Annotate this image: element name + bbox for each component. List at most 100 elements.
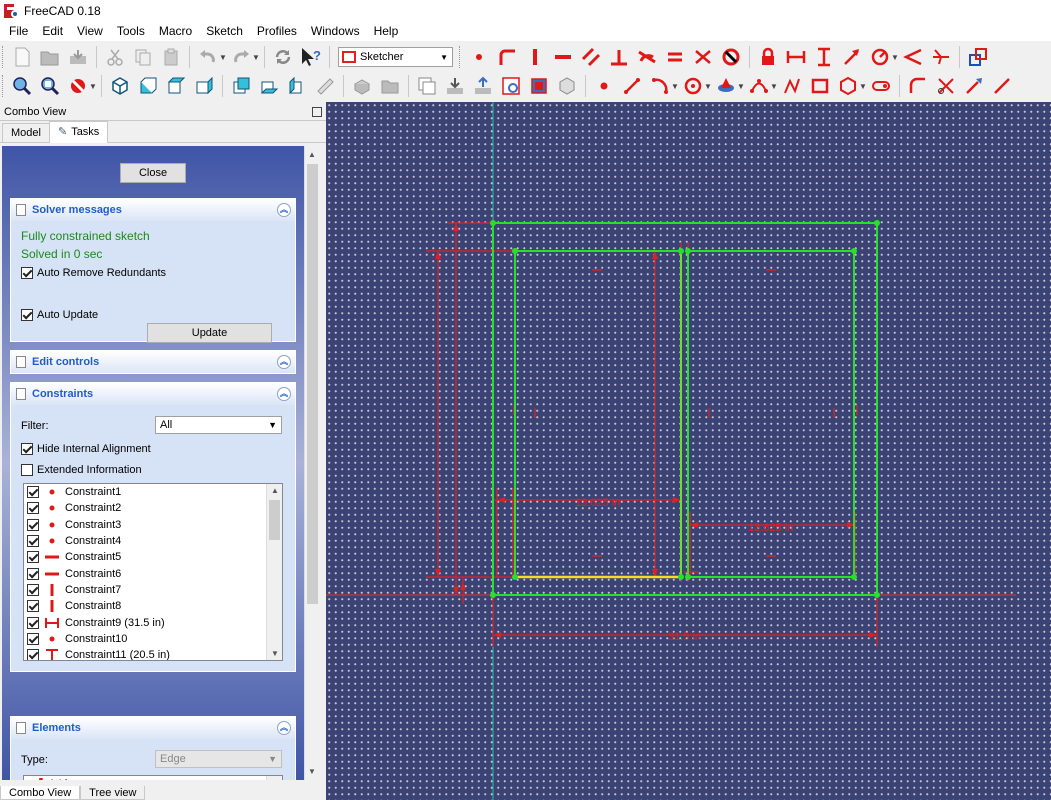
scroll-down-icon[interactable]: ▼ — [271, 649, 279, 658]
fit-all-icon[interactable] — [10, 74, 34, 98]
task-panel-scrollbar[interactable]: ▲ ▼ — [304, 146, 318, 780]
scroll-thumb[interactable] — [307, 164, 318, 604]
open-file-icon[interactable] — [38, 45, 62, 69]
radius-icon[interactable] — [868, 45, 892, 69]
menu-macro[interactable]: Macro — [152, 21, 199, 41]
constraints-scrollbar[interactable]: ▲ ▼ — [266, 484, 282, 660]
create-bspline-icon[interactable] — [747, 74, 771, 98]
tab-tree-view[interactable]: Tree view — [80, 786, 146, 800]
cut-icon[interactable] — [103, 45, 127, 69]
redo-icon[interactable] — [229, 45, 253, 69]
menu-view[interactable]: View — [70, 21, 110, 41]
parallel-icon[interactable] — [579, 45, 603, 69]
snell-icon[interactable] — [929, 45, 953, 69]
scroll-thumb[interactable] — [269, 500, 280, 540]
menu-file[interactable]: File — [2, 21, 35, 41]
circle-dropdown-icon[interactable]: ▼ — [704, 82, 712, 91]
scroll-up-icon[interactable]: ▲ — [308, 150, 316, 159]
menu-edit[interactable]: Edit — [35, 21, 70, 41]
undo-icon[interactable] — [196, 45, 220, 69]
constraint-checkbox[interactable] — [27, 616, 39, 629]
filter-select[interactable]: All ▼ — [155, 416, 282, 434]
close-button[interactable]: Close — [120, 163, 186, 183]
new-sketch-icon[interactable] — [415, 74, 439, 98]
create-slot-icon[interactable] — [869, 74, 893, 98]
constraint-row[interactable]: Constraint7 — [24, 582, 282, 598]
polygon-dropdown-icon[interactable]: ▼ — [859, 82, 867, 91]
constraint-checkbox[interactable] — [27, 502, 39, 515]
elements-scrollbar[interactable]: ▲ — [266, 776, 282, 780]
leave-sketch-icon[interactable] — [471, 74, 495, 98]
create-polygon-icon[interactable] — [836, 74, 860, 98]
isometric-icon[interactable] — [108, 74, 132, 98]
draw-style-dropdown-icon[interactable]: ▼ — [89, 82, 97, 91]
group-icon[interactable] — [378, 74, 402, 98]
copy-icon[interactable] — [131, 45, 155, 69]
equal-icon[interactable] — [663, 45, 687, 69]
menu-help[interactable]: Help — [367, 21, 406, 41]
hide-internal-row[interactable]: Hide Internal Alignment — [21, 439, 151, 459]
create-circle-icon[interactable] — [681, 74, 705, 98]
update-button[interactable]: Update — [147, 323, 272, 343]
elements-header[interactable]: Elements ︽ — [11, 717, 295, 739]
tangent-icon[interactable] — [635, 45, 659, 69]
sketch-geometry[interactable] — [492, 222, 878, 596]
sketch-vertices[interactable] — [490, 220, 880, 598]
new-file-icon[interactable] — [10, 45, 34, 69]
dimension-overall-width[interactable]: 31.5 in — [668, 631, 701, 643]
angle-icon[interactable] — [901, 45, 925, 69]
front-view-icon[interactable] — [136, 74, 160, 98]
hide-internal-checkbox[interactable] — [21, 443, 33, 455]
constraint-row[interactable]: Constraint5 — [24, 549, 282, 565]
constraint-checkbox[interactable] — [27, 583, 39, 596]
constraint-row[interactable]: Constraint9 (31.5 in) — [24, 614, 282, 630]
constraint-row[interactable]: Constraint4 — [24, 533, 282, 549]
tab-combo-view[interactable]: Combo View — [0, 786, 81, 800]
horizontal-distance-icon[interactable] — [784, 45, 808, 69]
extended-info-row[interactable]: Extended Information — [21, 460, 142, 480]
vertical-icon[interactable] — [523, 45, 547, 69]
constraint-checkbox[interactable] — [27, 632, 39, 645]
constraint-row[interactable]: Constraint3 — [24, 517, 282, 533]
create-rectangle-icon[interactable] — [808, 74, 832, 98]
constraint-row[interactable]: Constraint2 — [24, 500, 282, 516]
external-geometry-icon[interactable] — [990, 74, 1014, 98]
constraint-checkbox[interactable] — [27, 486, 39, 499]
paste-icon[interactable] — [159, 45, 183, 69]
whats-this-icon[interactable]: ? — [299, 45, 323, 69]
collapse-icon[interactable]: ︽ — [277, 387, 291, 401]
top-view-icon[interactable] — [164, 74, 188, 98]
edit-sketch-icon[interactable] — [443, 74, 467, 98]
fit-selection-icon[interactable] — [38, 74, 62, 98]
conic-dropdown-icon[interactable]: ▼ — [737, 82, 745, 91]
constraint-checkbox[interactable] — [27, 518, 39, 531]
rear-view-icon[interactable] — [229, 74, 253, 98]
dimension-right-inner-width[interactable]: 13.625 in — [748, 522, 793, 534]
auto-update-checkbox[interactable] — [21, 309, 33, 321]
auto-remove-checkbox[interactable] — [21, 267, 33, 279]
scroll-up-icon[interactable]: ▲ — [271, 778, 279, 780]
symmetric-icon[interactable] — [691, 45, 715, 69]
create-polyline-icon[interactable] — [780, 74, 804, 98]
create-line-icon[interactable] — [620, 74, 644, 98]
internal-alignment-icon[interactable] — [966, 45, 990, 69]
fillet-icon[interactable] — [906, 74, 930, 98]
distance-icon[interactable] — [840, 45, 864, 69]
constraint-row[interactable]: Constraint8 — [24, 598, 282, 614]
block-icon[interactable] — [719, 45, 743, 69]
view-sketch-icon[interactable] — [499, 74, 523, 98]
workbench-selector[interactable]: Sketcher ▼ — [338, 47, 453, 67]
type-select[interactable]: Edge ▼ — [155, 750, 282, 768]
solver-messages-header[interactable]: Solver messages ︽ — [11, 199, 295, 221]
menu-sketch[interactable]: Sketch — [199, 21, 250, 41]
scroll-down-icon[interactable]: ▼ — [308, 767, 316, 776]
coincident-icon[interactable] — [495, 45, 519, 69]
element-row[interactable]: 1-Line — [24, 776, 282, 780]
expand-icon[interactable]: ︽ — [277, 355, 291, 369]
arc-dropdown-icon[interactable]: ▼ — [671, 82, 679, 91]
redo-dropdown-icon[interactable]: ▼ — [252, 53, 260, 62]
bspline-dropdown-icon[interactable]: ▼ — [770, 82, 778, 91]
edit-controls-header[interactable]: Edit controls ︽ — [11, 351, 295, 373]
constraint-checkbox[interactable] — [27, 567, 39, 580]
constraints-header[interactable]: Constraints ︽ — [11, 383, 295, 405]
